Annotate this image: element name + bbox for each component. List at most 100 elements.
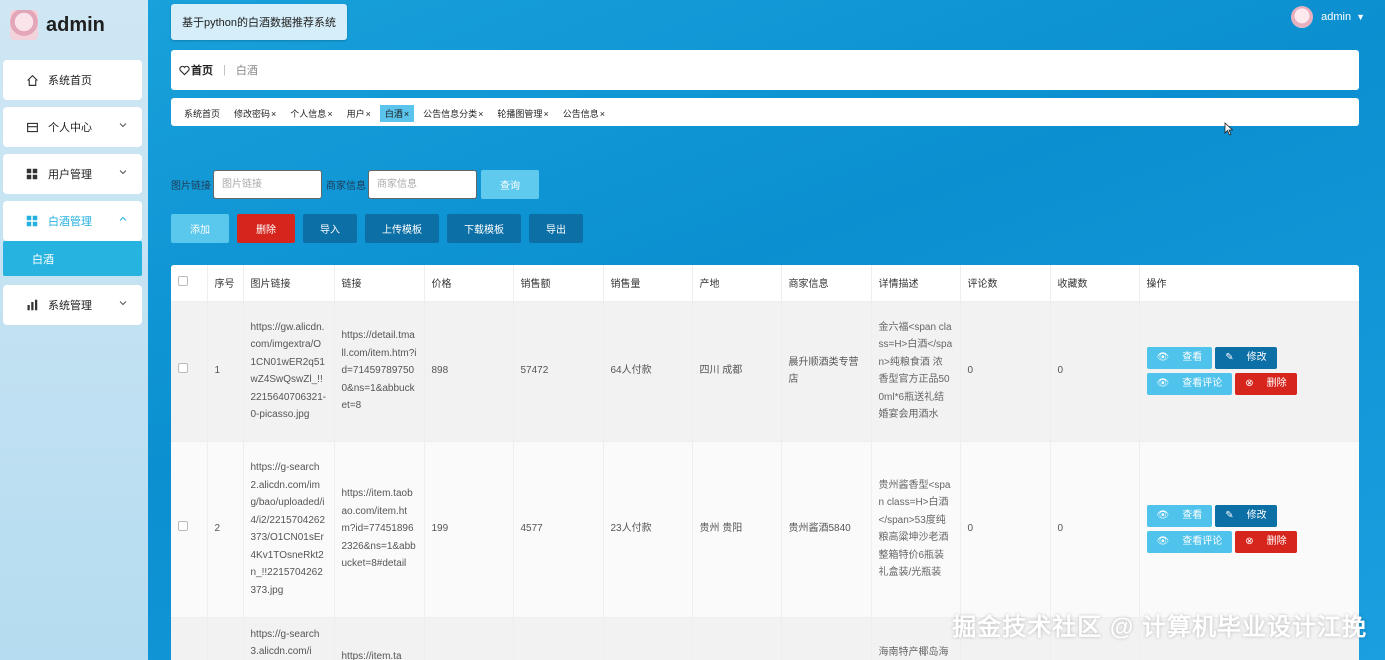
close-icon[interactable]: ×	[600, 109, 605, 119]
tab-notice-category[interactable]: 公告信息分类×	[418, 105, 488, 122]
export-button[interactable]: 导出	[529, 214, 583, 243]
sidebar-item-system[interactable]: 系统管理	[3, 285, 142, 325]
tab-label: 轮播图管理	[497, 109, 543, 119]
delete-label: 删除	[1266, 536, 1287, 548]
view-label: 查看	[1182, 510, 1203, 522]
cell-price: 199	[424, 441, 514, 618]
tab-label: 白酒	[384, 109, 403, 119]
comments-label: 查看评论	[1182, 378, 1223, 390]
table-row: 2 https://g-search2.alicdn.com/img/bao/u…	[171, 441, 1359, 618]
cell-sales-amount	[513, 617, 604, 660]
header-sales-amount: 销售额	[513, 265, 604, 302]
tab-label: 系统首页	[184, 109, 221, 119]
eye-icon: 👁	[1156, 378, 1170, 390]
view-comments-button[interactable]: 👁 查看评论	[1146, 373, 1233, 395]
select-all-checkbox[interactable]	[178, 276, 188, 287]
tab-baijiu[interactable]: 白酒×	[379, 105, 415, 122]
view-button[interactable]: 👁 查看	[1146, 347, 1213, 369]
row-checkbox[interactable]	[178, 363, 188, 374]
row-checkbox[interactable]	[178, 521, 188, 532]
tab-label: 个人信息	[290, 109, 327, 119]
cell-origin	[692, 617, 782, 660]
eye-icon: 👁	[1156, 510, 1170, 522]
merchant-input[interactable]	[368, 170, 477, 199]
tab-carousel[interactable]: 轮播图管理×	[492, 105, 553, 122]
header-merchant: 商家信息	[781, 265, 872, 302]
chevron-down-icon	[119, 123, 127, 128]
cell-desc: 金六福<span class=H>白酒</span>纯粮食酒 浓香型官方正品50…	[871, 301, 961, 442]
image-link-input[interactable]	[213, 170, 322, 199]
heart-icon	[179, 65, 190, 75]
tab-user[interactable]: 用户×	[342, 105, 376, 122]
user-menu[interactable]: admin ▼	[1291, 6, 1365, 28]
logo	[10, 10, 38, 40]
close-icon[interactable]: ×	[478, 109, 483, 119]
bar-chart-icon	[25, 298, 39, 312]
cell-favorites: 0	[1050, 441, 1140, 618]
avatar	[1291, 6, 1314, 28]
header-favorites: 收藏数	[1050, 265, 1140, 302]
header-comments: 评论数	[960, 265, 1051, 302]
close-icon[interactable]: ×	[366, 109, 371, 119]
sidebar-item-users[interactable]: 用户管理	[3, 154, 142, 194]
grid-icon	[25, 214, 39, 228]
cell-price	[424, 617, 514, 660]
cell-desc: 贵州酱香型<span class=H>白酒</span>53度纯粮高粱坤沙老酒整…	[871, 441, 961, 618]
user-name: admin	[1321, 11, 1352, 23]
grid-icon	[25, 167, 39, 181]
download-template-button[interactable]: 下载模板	[447, 214, 521, 243]
cell-ops: 👁 查看 ✎ 修改 👁 查看评论 ⊗ 删除	[1139, 441, 1359, 618]
chevron-up-icon	[119, 216, 127, 221]
system-title: 基于python的白酒数据推荐系统	[171, 4, 347, 40]
close-icon[interactable]: ×	[327, 109, 332, 119]
row-select[interactable]	[171, 441, 208, 618]
cell-index	[207, 617, 244, 660]
row-delete-button[interactable]: ⊗ 删除	[1235, 531, 1297, 553]
row-select[interactable]	[171, 301, 208, 442]
tab-personal-info[interactable]: 个人信息×	[285, 105, 337, 122]
cell-image: https://g-search3.alicdn.com/i	[243, 617, 335, 660]
cell-sales-amount: 4577	[513, 441, 604, 618]
close-icon[interactable]: ×	[404, 109, 409, 119]
delete-button[interactable]: 删除	[237, 214, 295, 243]
import-button[interactable]: 导入	[303, 214, 357, 243]
home-icon	[25, 73, 39, 87]
breadcrumb: 首页 | 白酒	[171, 50, 1359, 90]
sidebar-item-baijiu-management[interactable]: 白酒管理	[3, 201, 142, 241]
sidebar-item-home[interactable]: 系统首页	[3, 60, 142, 100]
cell-sales-volume: 64人付款	[603, 301, 693, 442]
query-button[interactable]: 查询	[481, 170, 539, 199]
sidebar-item-personal[interactable]: 个人中心	[3, 107, 142, 147]
edit-button[interactable]: ✎ 修改	[1215, 505, 1277, 527]
breadcrumb-separator: |	[223, 64, 226, 76]
upload-template-button[interactable]: 上传模板	[365, 214, 439, 243]
cell-price: 898	[424, 301, 514, 442]
card-icon	[25, 120, 39, 134]
cell-link: https://detail.tmall.com/item.htm?id=714…	[334, 301, 425, 442]
delete-label: 删除	[1266, 378, 1287, 390]
caret-down-icon: ▼	[1356, 12, 1365, 22]
cell-index: 1	[207, 301, 244, 442]
tab-home[interactable]: 系统首页	[179, 105, 225, 122]
eye-icon: 👁	[1156, 536, 1170, 548]
cell-image: https://g-search2.alicdn.com/img/bao/upl…	[243, 441, 335, 618]
tab-notice[interactable]: 公告信息×	[558, 105, 610, 122]
pencil-icon: ✎	[1225, 510, 1234, 522]
breadcrumb-home[interactable]: 首页	[179, 62, 213, 78]
close-icon[interactable]: ×	[543, 109, 548, 119]
sidebar-subitem-baijiu[interactable]: 白酒	[3, 241, 142, 276]
cell-image: https://gw.alicdn.com/imgextra/O1CN01wER…	[243, 301, 335, 442]
header-select[interactable]	[171, 265, 208, 302]
row-delete-button[interactable]: ⊗ 删除	[1235, 373, 1297, 395]
brand-title: admin	[46, 13, 105, 36]
pencil-icon: ✎	[1225, 352, 1234, 364]
close-icon[interactable]: ×	[271, 109, 276, 119]
add-button[interactable]: 添加	[171, 214, 229, 243]
view-comments-button[interactable]: 👁 查看评论	[1146, 531, 1233, 553]
comments-label: 查看评论	[1182, 536, 1223, 548]
cell-sales-volume: 23人付款	[603, 441, 693, 618]
edit-button[interactable]: ✎ 修改	[1215, 347, 1277, 369]
tab-change-password[interactable]: 修改密码×	[229, 105, 281, 122]
watermark: 掘金技术社区 @ 计算机毕业设计江挽	[952, 614, 1367, 641]
view-button[interactable]: 👁 查看	[1146, 505, 1213, 527]
